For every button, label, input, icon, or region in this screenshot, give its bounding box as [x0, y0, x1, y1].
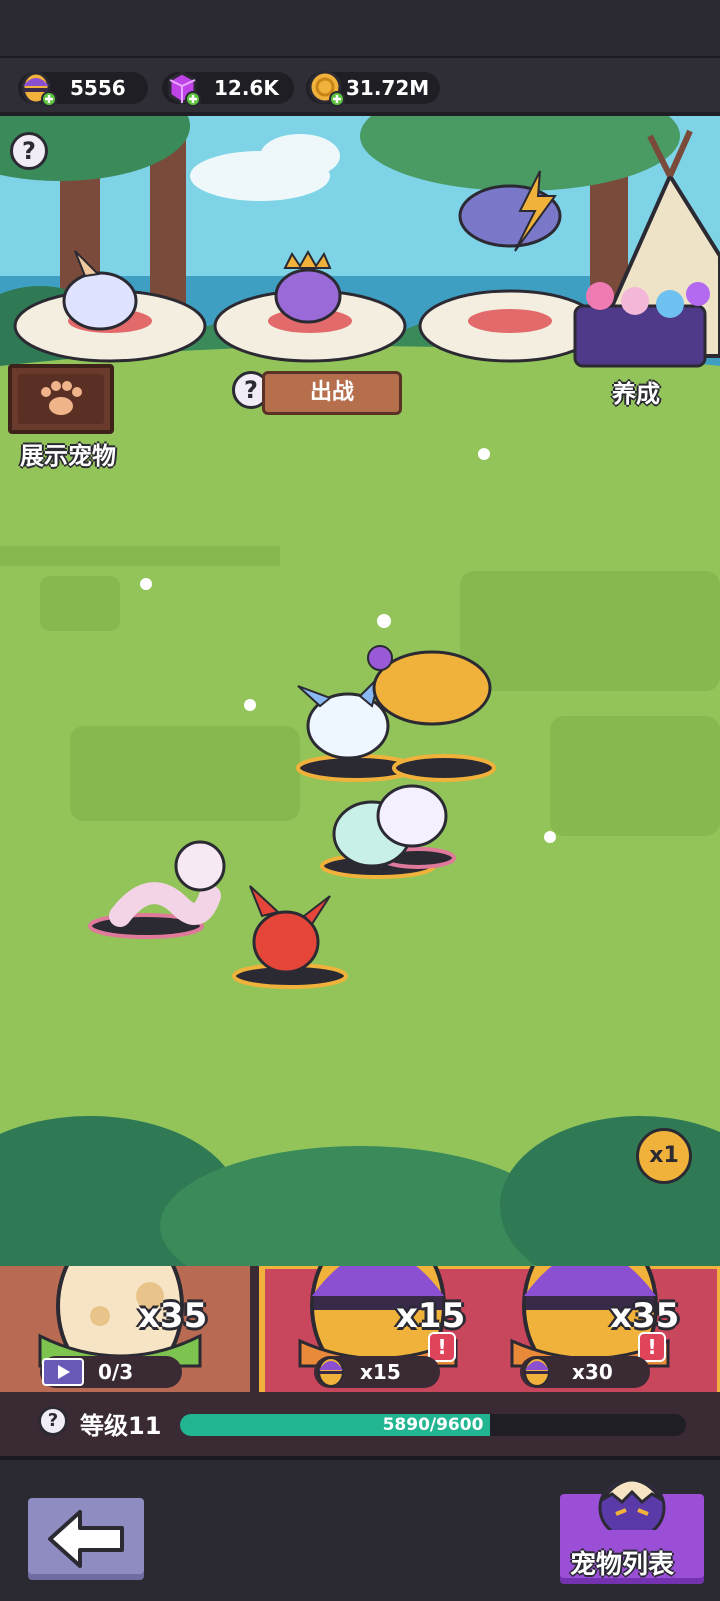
coin-resource-value: 31.72M	[346, 76, 430, 100]
pet-list-icon	[598, 1476, 666, 1530]
video-icon	[42, 1358, 84, 1386]
egg-resource[interactable]: 5556	[18, 71, 148, 107]
gem-resource[interactable]: 12.6K	[162, 71, 294, 107]
gem-icon	[168, 71, 201, 107]
level-label: 等级11	[80, 1412, 162, 1440]
battle-button[interactable]: 出战	[262, 371, 402, 415]
purple-egg-cost-icon	[318, 1357, 344, 1387]
purple-egg-2-count: x35	[610, 1296, 680, 1336]
purple-egg-2-cost[interactable]: x30	[520, 1356, 650, 1388]
back-button[interactable]	[24, 1494, 148, 1584]
gem-resource-value: 12.6K	[214, 76, 279, 100]
coin-resource[interactable]: 31.72M	[306, 70, 440, 107]
multiplier-badge[interactable]: x1	[636, 1128, 692, 1184]
level-bar: ? 等级11 5890/9600	[0, 1392, 720, 1456]
back-arrow-icon	[48, 1510, 124, 1568]
pet-list-button[interactable]: 宠物列表	[556, 1476, 708, 1588]
purple-egg-cost-icon	[524, 1357, 550, 1387]
ad-progress[interactable]: 0/3	[40, 1356, 182, 1388]
pet-list-label: 宠物列表	[570, 1550, 675, 1580]
help-button-top[interactable]: ?	[10, 132, 48, 170]
coin-icon	[308, 70, 345, 107]
ad-progress-value: 0/3	[98, 1360, 134, 1384]
showcase-sign[interactable]	[8, 364, 114, 434]
scene-background	[0, 116, 720, 1266]
footer-bar: 宠物列表	[0, 1456, 720, 1601]
train-label[interactable]: 养成	[612, 374, 660, 409]
purple-egg-1-count: x15	[396, 1296, 466, 1336]
level-help-button[interactable]: ?	[38, 1406, 68, 1436]
pet-garden-scene: ? 展示宠物 ? 出战 养成	[0, 116, 720, 1266]
common-egg-count: x35	[138, 1296, 208, 1336]
status-bar	[0, 0, 720, 58]
egg-resource-value: 5556	[70, 76, 126, 100]
purple-egg-1-cost[interactable]: x15	[314, 1356, 440, 1388]
showcase-label[interactable]: 展示宠物	[20, 436, 116, 471]
xp-progress-text: 5890/9600	[382, 1415, 484, 1435]
purple-egg-1-cost-value: x15	[360, 1360, 401, 1384]
purple-egg-icon	[21, 71, 57, 107]
paw-icon	[18, 374, 104, 424]
xp-progress-bar: 5890/9600	[180, 1414, 686, 1436]
resource-bar: 5556 12.6K 31.72M	[0, 58, 720, 116]
purple-egg-2-cost-value: x30	[572, 1360, 613, 1384]
